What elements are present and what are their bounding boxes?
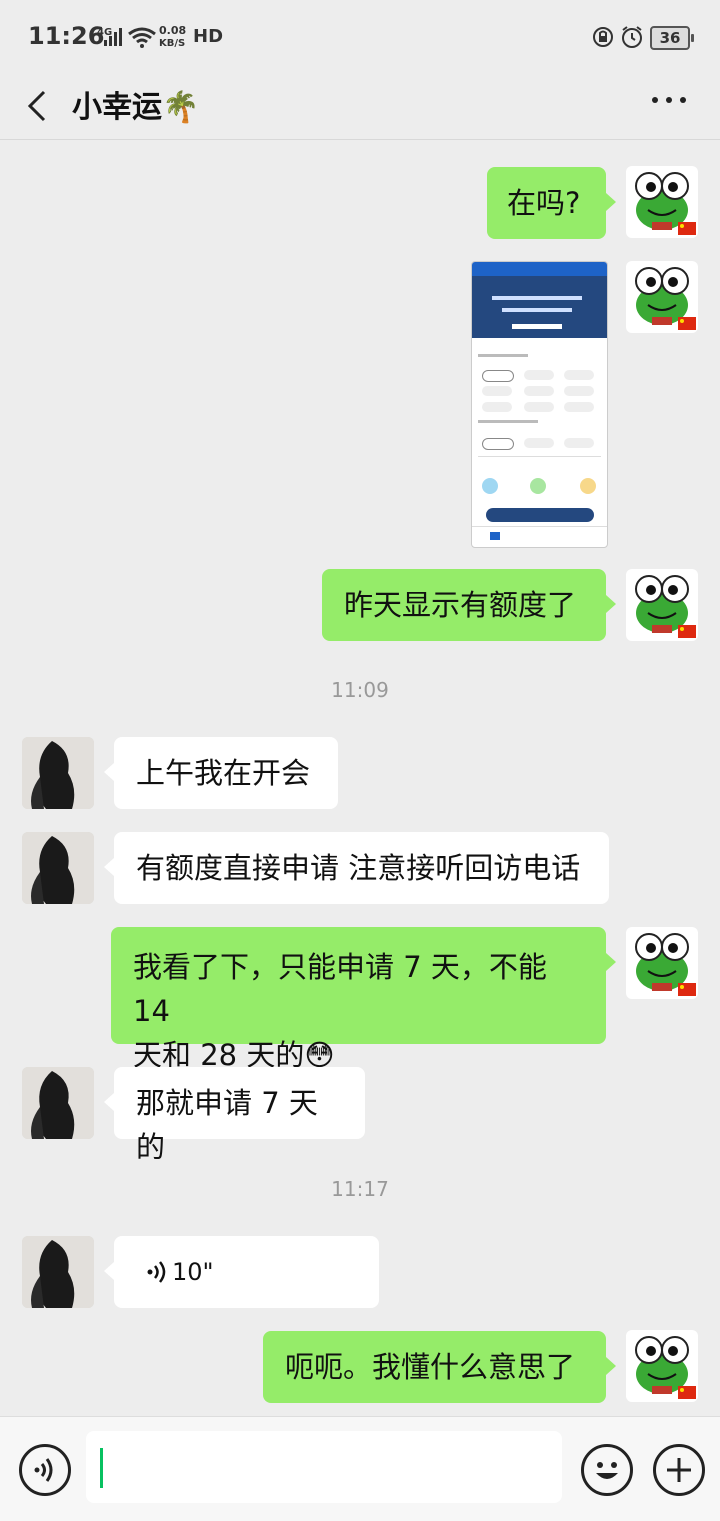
- message-text: 有额度直接申请 注意接听回访电话: [136, 851, 581, 885]
- chat-header: 小幸运🌴: [0, 72, 720, 140]
- voice-input-icon: [34, 1458, 53, 1482]
- timestamp: 11:09: [331, 678, 389, 702]
- contact-avatar[interactable]: [22, 1236, 94, 1308]
- wifi-icon: [128, 27, 156, 48]
- voice-message-bubble[interactable]: 10": [104, 1236, 379, 1308]
- my-avatar[interactable]: [626, 927, 698, 999]
- my-message-bubble[interactable]: 我看了下，只能申请 7 天，不能 14 天和 28 天的😳: [111, 927, 616, 1072]
- my-avatar[interactable]: [626, 166, 698, 238]
- my-avatar[interactable]: [626, 261, 698, 333]
- battery-indicator: 36: [650, 26, 694, 50]
- net-speed-unit: KB/S: [159, 38, 186, 49]
- hd-indicator: HD: [193, 26, 224, 47]
- frog-avatar-icon: [635, 575, 696, 638]
- voice-input-button[interactable]: [19, 1444, 71, 1496]
- status-bar: 11:26 4G 0.08 KB/S HD 36: [0, 0, 720, 72]
- my-message-bubble[interactable]: 呃呃。我懂什么意思了: [263, 1331, 616, 1403]
- message-text: 那就申请 7 天的: [136, 1086, 318, 1164]
- emoji-button[interactable]: [581, 1444, 633, 1496]
- frog-avatar-icon: [635, 1336, 696, 1399]
- contact-message-bubble[interactable]: 那就申请 7 天的: [104, 1067, 365, 1164]
- long-hair-avatar-icon: [22, 832, 94, 904]
- frog-avatar-icon: [635, 267, 696, 330]
- signal-icon: [104, 28, 122, 46]
- lock-rotation-icon: [593, 27, 613, 47]
- message-text-line: 我看了下，只能申请 7 天，不能 14: [133, 950, 547, 1028]
- message-input[interactable]: [86, 1431, 562, 1503]
- frog-avatar-icon: [635, 933, 696, 996]
- long-hair-avatar-icon: [22, 1067, 94, 1139]
- chat-title: 小幸运🌴: [72, 90, 200, 125]
- my-message-bubble[interactable]: 昨天显示有额度了: [322, 569, 616, 641]
- alarm-icon: [622, 26, 642, 48]
- my-avatar[interactable]: [626, 569, 698, 641]
- my-avatar[interactable]: [626, 1330, 698, 1402]
- message-text: 上午我在开会: [136, 756, 311, 790]
- plus-icon: [667, 1458, 691, 1482]
- contact-avatar[interactable]: [22, 832, 94, 904]
- add-button[interactable]: [653, 1444, 705, 1496]
- contact-message-bubble[interactable]: 有额度直接申请 注意接听回访电话: [104, 832, 609, 904]
- frog-avatar-icon: [635, 172, 696, 235]
- voice-wave-icon: [147, 1261, 166, 1283]
- contact-avatar[interactable]: [22, 1067, 94, 1139]
- voice-duration: 10": [172, 1258, 214, 1286]
- my-message-bubble[interactable]: 在吗?: [487, 167, 616, 239]
- emoji-icon: [596, 1462, 618, 1479]
- timestamp: 11:17: [331, 1177, 389, 1201]
- more-dots-icon[interactable]: [650, 94, 690, 106]
- contact-message-bubble[interactable]: 上午我在开会: [104, 737, 338, 809]
- message-text: 昨天显示有额度了: [344, 588, 577, 622]
- message-text: 呃呃。我懂什么意思了: [285, 1350, 576, 1384]
- message-text: 在吗?: [507, 186, 581, 220]
- contact-avatar[interactable]: [22, 737, 94, 809]
- net-speed-value: 0.08: [159, 24, 187, 37]
- chevron-left-icon[interactable]: [20, 86, 60, 126]
- long-hair-avatar-icon: [22, 737, 94, 809]
- long-hair-avatar-icon: [22, 1236, 94, 1308]
- text-caret: [100, 1448, 103, 1488]
- image-message[interactable]: [471, 261, 608, 548]
- status-time: 11:26: [28, 22, 105, 50]
